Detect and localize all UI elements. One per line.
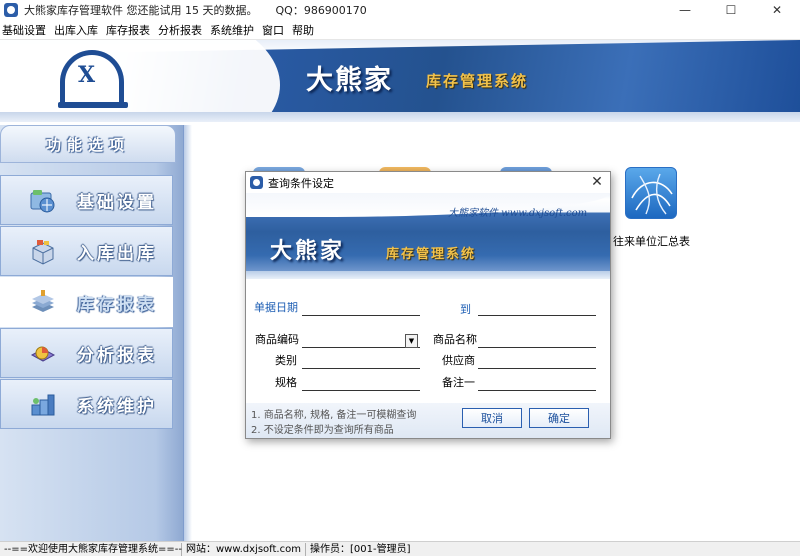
dialog-banner: 大熊家软件 www.dxjsoft.com 大熊家 库存管理系统 [246, 193, 610, 271]
category-label: 类别 [275, 354, 297, 367]
function-panel-title: 功能选项 [45, 135, 130, 154]
app-icon [4, 3, 18, 17]
minimize-button[interactable]: — [662, 0, 708, 20]
nav-label-system-maintenance: 系统维护 [77, 397, 157, 417]
banner-brand-name: 大熊家 [306, 65, 393, 96]
menu-bar: 基础设置 出库入库 库存报表 分析报表 系统维护 窗口 帮助 [0, 20, 800, 40]
menu-help[interactable]: 帮助 [290, 22, 317, 38]
date-to-field[interactable] [478, 300, 596, 316]
hint-all-products: 2. 不设定条件即为查询所有商品 [251, 425, 394, 436]
status-website: 网站：www.dxjsoft.com [182, 542, 306, 556]
network-icon-graphic [631, 173, 673, 215]
date-label: 单据日期 [254, 301, 298, 314]
date-to-label: 到 [460, 303, 471, 316]
menu-window[interactable]: 窗口 [260, 22, 287, 38]
product-code-label: 商品编码 [255, 333, 299, 346]
box-icon [32, 240, 54, 265]
query-conditions-dialog: 查询条件设定 ✕ 大熊家软件 www.dxjsoft.com 大熊家 库存管理系… [245, 171, 611, 439]
app-banner: X 大熊家 库存管理系统 [0, 40, 800, 122]
nav-label-stock-in-out: 入库出库 [77, 244, 157, 264]
remark-label: 备注一 [442, 376, 475, 389]
logo-icon: X [78, 62, 96, 88]
category-field[interactable] [302, 353, 420, 369]
ok-button[interactable]: 确定 [529, 408, 589, 428]
window-controls: — ☐ ✕ [662, 0, 800, 20]
product-code-field[interactable] [302, 332, 420, 348]
dialog-brand-subtitle: 库存管理系统 [386, 247, 477, 262]
dialog-brand-name: 大熊家 [270, 238, 346, 264]
menu-analysis-report[interactable]: 分析报表 [156, 22, 205, 38]
status-bar: --==欢迎使用大熊家库存管理系统==-- 网站：www.dxjsoft.com… [0, 541, 800, 556]
dialog-titlebar: 查询条件设定 ✕ [246, 172, 610, 193]
status-operator: 操作员：[001-管理员] [310, 543, 411, 555]
status-welcome: --==欢迎使用大熊家库存管理系统==-- [0, 542, 182, 556]
nav-item-analysis-report[interactable]: 分析报表 [0, 328, 173, 378]
dialog-form: 单据日期 到 商品编码 ▼ 商品名称 类别 供应商 规格 备注一 1. 商品名称… [246, 279, 610, 438]
supplier-label: 供应商 [442, 354, 475, 367]
nav-label-inventory-report: 库存报表 [77, 295, 157, 315]
maximize-button[interactable]: ☐ [708, 0, 754, 20]
menu-stock-in-out[interactable]: 出库入库 [52, 22, 101, 38]
pie-chart-icon [30, 346, 56, 362]
chevron-down-icon[interactable]: ▼ [405, 334, 418, 348]
menu-system-maintenance[interactable]: 系统维护 [208, 22, 257, 38]
window-title: 大熊家库存管理软件 您还能试用 15 天的数据。 [24, 4, 258, 17]
spec-field[interactable] [302, 375, 420, 391]
menu-basic-settings[interactable]: 基础设置 [0, 22, 49, 38]
dialog-title: 查询条件设定 [268, 176, 334, 190]
nav-item-stock-in-out[interactable]: 入库出库 [0, 226, 173, 276]
hint-fuzzy-search: 1. 商品名称, 规格, 备注一可模糊查询 [251, 410, 417, 421]
supplier-field[interactable] [478, 353, 596, 369]
nav-label-basic-settings: 基础设置 [77, 193, 157, 213]
dialog-footer: 1. 商品名称, 规格, 备注一可模糊查询 2. 不设定条件即为查询所有商品 取… [246, 403, 610, 438]
spec-label: 规格 [275, 376, 297, 389]
menu-inventory-report[interactable]: 库存报表 [104, 22, 153, 38]
network-icon[interactable] [625, 167, 677, 219]
product-name-field[interactable] [478, 332, 596, 348]
dialog-close-button[interactable]: ✕ [588, 173, 606, 191]
nav-label-analysis-report: 分析报表 [77, 346, 157, 366]
nav-item-inventory-report[interactable]: 库存报表 [0, 277, 173, 327]
function-panel: 功能选项 基础设置 入库出库 库存报表 分析报表 系统维护 [0, 125, 184, 541]
date-from-field[interactable] [302, 300, 420, 316]
remark-field[interactable] [478, 375, 596, 391]
window-titlebar: 大熊家库存管理软件 您还能试用 15 天的数据。 QQ：986900170 — … [0, 0, 800, 20]
report-label-partner-summary[interactable]: 往来单位汇总表 [613, 233, 690, 249]
close-button[interactable]: ✕ [754, 0, 800, 20]
tools-icon [31, 394, 55, 416]
cancel-button[interactable]: 取消 [462, 408, 522, 428]
stack-icon [32, 290, 54, 312]
dialog-website: 大熊家软件 www.dxjsoft.com [448, 208, 588, 219]
dialog-app-icon [250, 176, 263, 189]
function-nav: 基础设置 入库出库 库存报表 分析报表 系统维护 [0, 175, 173, 430]
globe-icon [30, 190, 55, 213]
banner-subtitle: 库存管理系统 [426, 72, 529, 90]
function-panel-header: 功能选项 [0, 125, 176, 163]
window-qq: QQ：986900170 [275, 4, 367, 17]
nav-item-basic-settings[interactable]: 基础设置 [0, 175, 173, 225]
product-name-label: 商品名称 [433, 333, 477, 346]
nav-item-system-maintenance[interactable]: 系统维护 [0, 379, 173, 429]
